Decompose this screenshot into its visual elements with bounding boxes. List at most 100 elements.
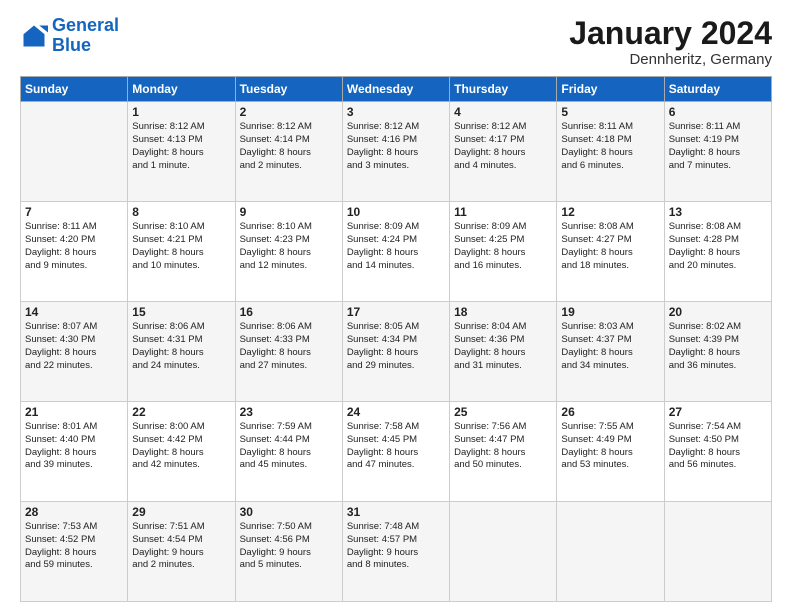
- header: General Blue January 2024 Dennheritz, Ge…: [20, 16, 772, 68]
- weekday-header-cell: Wednesday: [342, 77, 449, 102]
- day-number: 17: [347, 305, 445, 319]
- cell-content: Sunrise: 8:11 AM Sunset: 4:20 PM Dayligh…: [25, 221, 123, 272]
- calendar-cell: [21, 102, 128, 202]
- cell-content: Sunrise: 8:06 AM Sunset: 4:31 PM Dayligh…: [132, 321, 230, 372]
- calendar-cell: 10 Sunrise: 8:09 AM Sunset: 4:24 PM Dayli…: [342, 202, 449, 302]
- calendar-cell: 13 Sunrise: 8:08 AM Sunset: 4:28 PM Dayli…: [664, 202, 771, 302]
- page: General Blue January 2024 Dennheritz, Ge…: [0, 0, 792, 612]
- day-number: 2: [240, 105, 338, 119]
- weekday-header-cell: Thursday: [450, 77, 557, 102]
- cell-content: Sunrise: 8:11 AM Sunset: 4:18 PM Dayligh…: [561, 121, 659, 172]
- cell-content: Sunrise: 8:04 AM Sunset: 4:36 PM Dayligh…: [454, 321, 552, 372]
- cell-content: Sunrise: 8:08 AM Sunset: 4:28 PM Dayligh…: [669, 221, 767, 272]
- cell-content: Sunrise: 8:12 AM Sunset: 4:17 PM Dayligh…: [454, 121, 552, 172]
- cell-content: Sunrise: 8:10 AM Sunset: 4:21 PM Dayligh…: [132, 221, 230, 272]
- day-number: 4: [454, 105, 552, 119]
- calendar-cell: [664, 502, 771, 602]
- calendar-row: 21 Sunrise: 8:01 AM Sunset: 4:40 PM Dayli…: [21, 402, 772, 502]
- day-number: 29: [132, 505, 230, 519]
- day-number: 3: [347, 105, 445, 119]
- cell-content: Sunrise: 7:59 AM Sunset: 4:44 PM Dayligh…: [240, 421, 338, 472]
- calendar-cell: 15 Sunrise: 8:06 AM Sunset: 4:31 PM Dayli…: [128, 302, 235, 402]
- logo-text: General Blue: [52, 16, 119, 56]
- calendar-cell: 6 Sunrise: 8:11 AM Sunset: 4:19 PM Daylig…: [664, 102, 771, 202]
- weekday-header-cell: Tuesday: [235, 77, 342, 102]
- calendar-cell: [450, 502, 557, 602]
- day-number: 18: [454, 305, 552, 319]
- cell-content: Sunrise: 7:55 AM Sunset: 4:49 PM Dayligh…: [561, 421, 659, 472]
- calendar-row: 7Sunrise: 8:11 AM Sunset: 4:20 PM Daylig…: [21, 202, 772, 302]
- cell-content: Sunrise: 8:05 AM Sunset: 4:34 PM Dayligh…: [347, 321, 445, 372]
- calendar-cell: 25Sunrise: 7:56 AM Sunset: 4:47 PM Dayli…: [450, 402, 557, 502]
- cell-content: Sunrise: 8:06 AM Sunset: 4:33 PM Dayligh…: [240, 321, 338, 372]
- cell-content: Sunrise: 8:09 AM Sunset: 4:24 PM Dayligh…: [347, 221, 445, 272]
- day-number: 11: [454, 205, 552, 219]
- calendar-table: SundayMondayTuesdayWednesdayThursdayFrid…: [20, 76, 772, 602]
- day-number: 23: [240, 405, 338, 419]
- cell-content: Sunrise: 7:53 AM Sunset: 4:52 PM Dayligh…: [25, 521, 123, 572]
- weekday-header-cell: Friday: [557, 77, 664, 102]
- calendar-cell: 2Sunrise: 8:12 AM Sunset: 4:14 PM Daylig…: [235, 102, 342, 202]
- calendar-cell: 17 Sunrise: 8:05 AM Sunset: 4:34 PM Dayli…: [342, 302, 449, 402]
- calendar-cell: [557, 502, 664, 602]
- day-number: 27: [669, 405, 767, 419]
- day-number: 21: [25, 405, 123, 419]
- day-number: 28: [25, 505, 123, 519]
- calendar-cell: 23 Sunrise: 7:59 AM Sunset: 4:44 PM Dayli…: [235, 402, 342, 502]
- day-number: 24: [347, 405, 445, 419]
- cell-content: Sunrise: 8:01 AM Sunset: 4:40 PM Dayligh…: [25, 421, 123, 472]
- cell-content: Sunrise: 7:51 AM Sunset: 4:54 PM Dayligh…: [132, 521, 230, 572]
- day-number: 25: [454, 405, 552, 419]
- calendar-cell: 22Sunrise: 8:00 AM Sunset: 4:42 PM Dayli…: [128, 402, 235, 502]
- day-number: 15: [132, 305, 230, 319]
- day-number: 20: [669, 305, 767, 319]
- calendar-cell: 28 Sunrise: 7:53 AM Sunset: 4:52 PM Dayli…: [21, 502, 128, 602]
- calendar-cell: 16Sunrise: 8:06 AM Sunset: 4:33 PM Dayli…: [235, 302, 342, 402]
- cell-content: Sunrise: 8:08 AM Sunset: 4:27 PM Dayligh…: [561, 221, 659, 272]
- logo-icon: [20, 22, 48, 50]
- calendar-row: 28 Sunrise: 7:53 AM Sunset: 4:52 PM Dayli…: [21, 502, 772, 602]
- day-number: 10: [347, 205, 445, 219]
- logo-line1: General: [52, 15, 119, 35]
- calendar-cell: 12Sunrise: 8:08 AM Sunset: 4:27 PM Dayli…: [557, 202, 664, 302]
- day-number: 22: [132, 405, 230, 419]
- weekday-header-cell: Sunday: [21, 77, 128, 102]
- calendar-cell: 20Sunrise: 8:02 AM Sunset: 4:39 PM Dayli…: [664, 302, 771, 402]
- calendar-cell: 11Sunrise: 8:09 AM Sunset: 4:25 PM Dayli…: [450, 202, 557, 302]
- calendar-cell: 9 Sunrise: 8:10 AM Sunset: 4:23 PM Daylig…: [235, 202, 342, 302]
- calendar-cell: 19Sunrise: 8:03 AM Sunset: 4:37 PM Dayli…: [557, 302, 664, 402]
- day-number: 5: [561, 105, 659, 119]
- calendar-cell: 4 Sunrise: 8:12 AM Sunset: 4:17 PM Daylig…: [450, 102, 557, 202]
- logo-line2: Blue: [52, 35, 91, 55]
- day-number: 6: [669, 105, 767, 119]
- day-number: 19: [561, 305, 659, 319]
- day-number: 9: [240, 205, 338, 219]
- calendar-cell: 31 Sunrise: 7:48 AM Sunset: 4:57 PM Dayli…: [342, 502, 449, 602]
- day-number: 1: [132, 105, 230, 119]
- calendar-body: 1Sunrise: 8:12 AM Sunset: 4:13 PM Daylig…: [21, 102, 772, 602]
- calendar-cell: 7Sunrise: 8:11 AM Sunset: 4:20 PM Daylig…: [21, 202, 128, 302]
- calendar-cell: 26 Sunrise: 7:55 AM Sunset: 4:49 PM Dayli…: [557, 402, 664, 502]
- cell-content: Sunrise: 8:10 AM Sunset: 4:23 PM Dayligh…: [240, 221, 338, 272]
- title-block: January 2024 Dennheritz, Germany: [569, 16, 772, 68]
- cell-content: Sunrise: 7:54 AM Sunset: 4:50 PM Dayligh…: [669, 421, 767, 472]
- calendar-row: 1Sunrise: 8:12 AM Sunset: 4:13 PM Daylig…: [21, 102, 772, 202]
- cell-content: Sunrise: 8:07 AM Sunset: 4:30 PM Dayligh…: [25, 321, 123, 372]
- calendar-cell: 8 Sunrise: 8:10 AM Sunset: 4:21 PM Daylig…: [128, 202, 235, 302]
- calendar-cell: 5 Sunrise: 8:11 AM Sunset: 4:18 PM Daylig…: [557, 102, 664, 202]
- calendar-cell: 30Sunrise: 7:50 AM Sunset: 4:56 PM Dayli…: [235, 502, 342, 602]
- cell-content: Sunrise: 7:48 AM Sunset: 4:57 PM Dayligh…: [347, 521, 445, 572]
- cell-content: Sunrise: 8:11 AM Sunset: 4:19 PM Dayligh…: [669, 121, 767, 172]
- calendar-cell: 24Sunrise: 7:58 AM Sunset: 4:45 PM Dayli…: [342, 402, 449, 502]
- day-number: 26: [561, 405, 659, 419]
- day-number: 31: [347, 505, 445, 519]
- day-number: 8: [132, 205, 230, 219]
- calendar-cell: 1Sunrise: 8:12 AM Sunset: 4:13 PM Daylig…: [128, 102, 235, 202]
- calendar-row: 14Sunrise: 8:07 AM Sunset: 4:30 PM Dayli…: [21, 302, 772, 402]
- cell-content: Sunrise: 8:12 AM Sunset: 4:16 PM Dayligh…: [347, 121, 445, 172]
- weekday-header-row: SundayMondayTuesdayWednesdayThursdayFrid…: [21, 77, 772, 102]
- day-number: 13: [669, 205, 767, 219]
- day-number: 30: [240, 505, 338, 519]
- month-title: January 2024: [569, 16, 772, 51]
- calendar-cell: 27 Sunrise: 7:54 AM Sunset: 4:50 PM Dayli…: [664, 402, 771, 502]
